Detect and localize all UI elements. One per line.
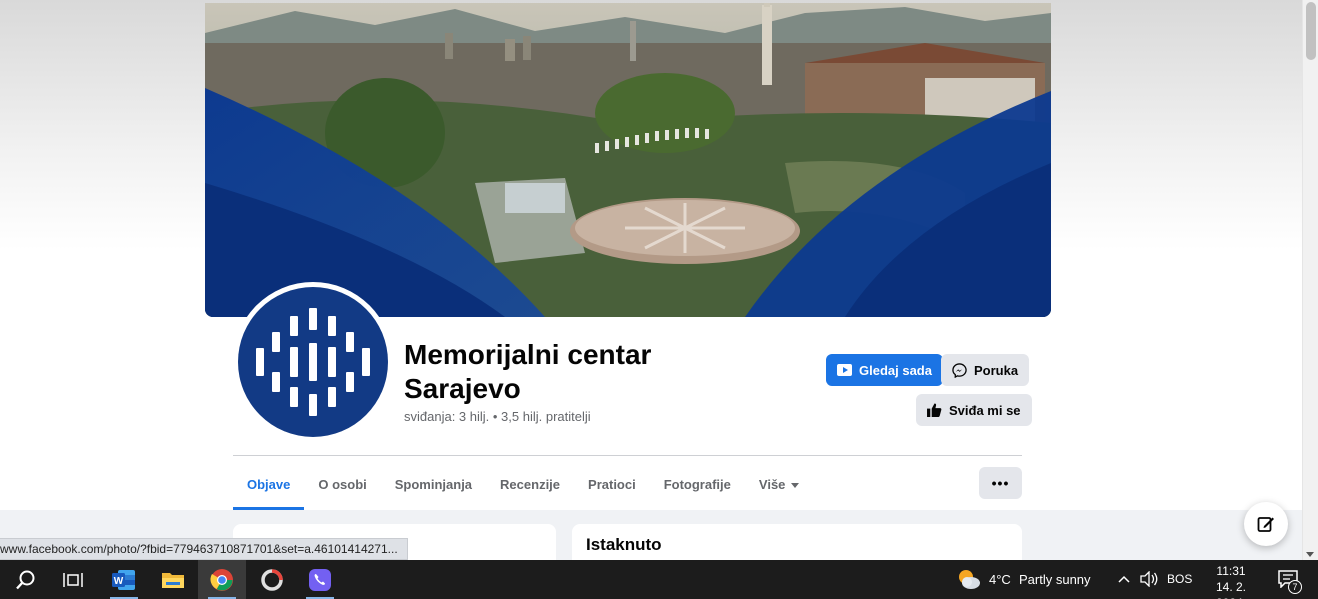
folder-icon	[162, 572, 184, 588]
watch-now-label: Gledaj sada	[859, 362, 932, 378]
notification-count-badge: 7	[1288, 580, 1302, 594]
viber-icon	[309, 568, 331, 591]
chrome-app-button[interactable]	[198, 560, 246, 599]
header-divider	[233, 455, 1022, 456]
page-avatar[interactable]	[233, 282, 393, 442]
cover-photo[interactable]	[205, 3, 1051, 317]
page-title: Memorijalni centar Sarajevo	[404, 339, 652, 404]
input-language[interactable]: BOS	[1167, 572, 1192, 586]
like-page-button[interactable]: Sviđa mi se	[916, 394, 1032, 426]
speaker-volume-icon[interactable]	[1139, 571, 1159, 587]
file-explorer-button[interactable]	[149, 560, 197, 599]
watch-now-button[interactable]: Gledaj sada	[826, 354, 943, 386]
clock-date: 14. 2. 2024.	[1215, 580, 1247, 599]
task-view-button[interactable]	[49, 560, 97, 599]
tab-label: Više	[758, 476, 786, 492]
chevron-up-icon[interactable]	[1118, 574, 1130, 584]
word-icon: W	[112, 569, 135, 590]
clock-time: 11:31	[1216, 564, 1246, 578]
compose-icon	[1257, 517, 1274, 532]
page-tabs: Objave O osobi Spominjanja Recenzije Pra…	[233, 458, 813, 510]
tab-followers[interactable]: Pratioci	[574, 458, 650, 510]
featured-title: Istaknuto	[586, 535, 662, 554]
chrome-icon	[210, 568, 233, 591]
tab-posts[interactable]: Objave	[233, 458, 305, 510]
tab-mentions[interactable]: Spominjanja	[381, 458, 486, 510]
weather-temperature[interactable]: 4°C	[989, 572, 1011, 587]
like-label: Sviđa mi se	[949, 402, 1021, 418]
scroll-thumb[interactable]	[1306, 2, 1316, 60]
page-stats[interactable]: sviđanja: 3 hilj. • 3,5 hilj. pratitelji	[404, 409, 591, 424]
ring-app-icon	[261, 568, 283, 591]
scroll-down-arrow-icon[interactable]	[1306, 552, 1314, 557]
tab-label: Pratioci	[588, 476, 636, 492]
memorial-logo-icon	[238, 287, 388, 437]
weather-description[interactable]: Partly sunny	[1019, 572, 1091, 587]
messenger-icon	[952, 362, 967, 378]
app-button[interactable]	[248, 560, 296, 599]
page-scrollbar[interactable]	[1302, 0, 1318, 560]
message-button[interactable]: Poruka	[941, 354, 1030, 386]
tab-reviews[interactable]: Recenzije	[486, 458, 574, 510]
tab-label: O osobi	[318, 476, 367, 492]
svg-text:W: W	[114, 576, 124, 587]
tab-more[interactable]: Više	[745, 458, 814, 510]
tab-label: Recenzije	[500, 476, 561, 492]
message-label: Poruka	[974, 362, 1019, 378]
task-view-icon	[63, 572, 83, 587]
weather-partly-sunny-icon[interactable]	[956, 567, 982, 591]
featured-card: Istaknuto	[572, 524, 1022, 564]
more-options-button[interactable]: •••	[979, 467, 1022, 499]
tab-about[interactable]: O osobi	[304, 458, 380, 510]
tab-label: Objave	[247, 476, 291, 492]
search-button[interactable]	[2, 560, 50, 599]
tab-label: Fotografije	[663, 476, 731, 492]
search-icon	[16, 570, 35, 589]
system-clock[interactable]: 11:31 14. 2. 2024.	[1202, 563, 1260, 599]
status-bar-url: www.facebook.com/photo/?fbid=77946371087…	[0, 538, 408, 560]
thumbs-up-icon	[927, 403, 942, 417]
viber-app-button[interactable]	[296, 560, 344, 599]
caret-down-icon	[791, 482, 800, 488]
word-app-button[interactable]: W	[100, 560, 148, 599]
tab-photos[interactable]: Fotografije	[650, 458, 745, 510]
tab-label: Spominjanja	[394, 476, 473, 492]
windows-taskbar: W 4°C Partly sunny BOS 11:31 14. 2. 2024…	[0, 560, 1318, 599]
play-video-icon	[837, 364, 852, 376]
new-message-button[interactable]	[1244, 502, 1288, 546]
